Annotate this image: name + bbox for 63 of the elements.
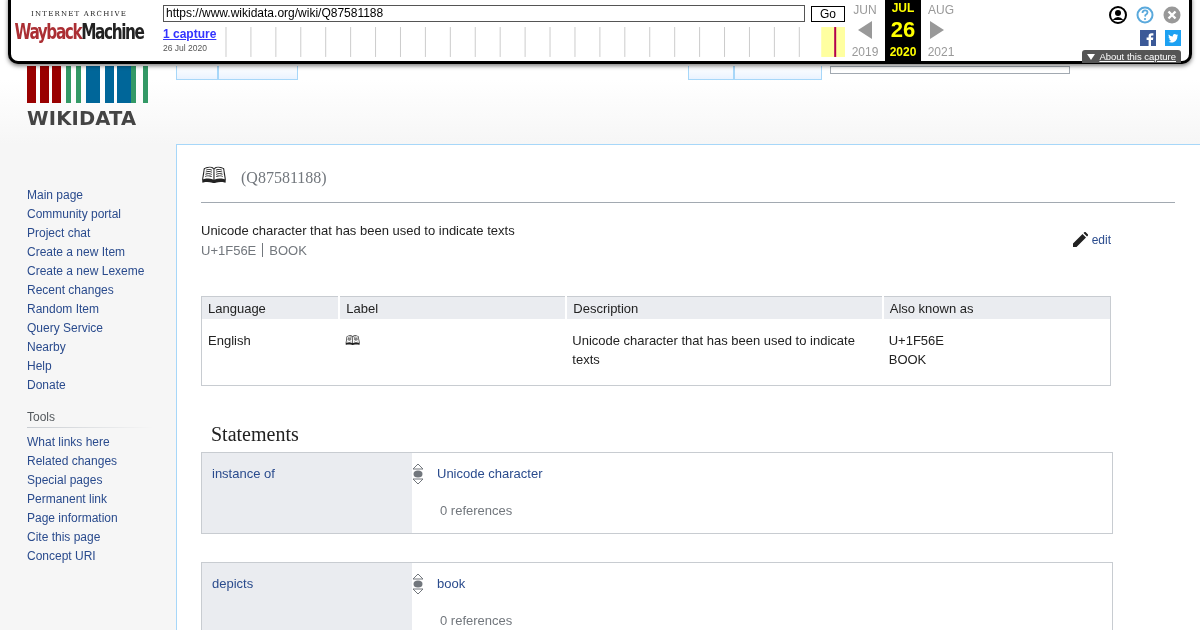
pencil-icon: [1072, 232, 1088, 247]
sidebar-link[interactable]: Related changes: [27, 452, 176, 471]
logo-wordmark[interactable]: WIKIDATA: [27, 107, 137, 130]
capture-date: 26 Jul 2020: [163, 43, 208, 53]
close-icon: [1163, 6, 1181, 24]
item-label: 🕮: [201, 162, 227, 190]
sidebar-link[interactable]: Create a new Lexeme: [27, 262, 176, 281]
about-capture-button[interactable]: About this capture: [1082, 50, 1181, 63]
table-cell: 🕮: [339, 319, 567, 386]
table-cell-text: BOOK: [888, 351, 928, 369]
sidebar-link[interactable]: Concept URI: [27, 547, 176, 566]
twitter-icon: [1165, 30, 1181, 46]
search-field[interactable]: [830, 66, 1070, 74]
sidebar-link[interactable]: Recent changes: [27, 281, 176, 300]
column-header: Label: [339, 296, 567, 319]
go-button[interactable]: Go: [811, 6, 845, 22]
sidebar-link[interactable]: Page information: [27, 509, 176, 528]
sidebar-link[interactable]: Cite this page: [27, 528, 176, 547]
value-link[interactable]: book: [437, 576, 466, 591]
captures-link[interactable]: 1 capture: [163, 27, 223, 41]
url-field[interactable]: https://www.wikidata.org/wiki/Q87581188: [163, 5, 805, 22]
caret-icon: [1087, 53, 1096, 60]
sidebar-link[interactable]: Community portal: [27, 205, 176, 224]
references-count: 0 references: [440, 503, 514, 518]
next-arrow-icon: [930, 21, 944, 39]
previous-arrow-icon: [858, 21, 872, 39]
table-cell-text: U+1F56E: [888, 332, 945, 350]
sidebar-link[interactable]: Donate: [27, 376, 176, 395]
wayback-logo[interactable]: WaybackMachine: [14, 18, 144, 44]
facebook-icon: [1140, 30, 1156, 46]
user-icon: [1109, 6, 1127, 24]
column-header: Description: [566, 296, 883, 319]
sidebar-link[interactable]: Create a new Item: [27, 243, 176, 262]
edit-link[interactable]: edit: [1072, 221, 1111, 258]
sidebar-link[interactable]: Nearby: [27, 338, 176, 357]
column-header: Also known as: [882, 296, 1111, 319]
property-link[interactable]: depicts: [202, 563, 412, 630]
help-icon: [1136, 6, 1154, 24]
sidebar-link[interactable]: Permanent link: [27, 490, 176, 509]
item-id: (Q87581188): [241, 169, 327, 187]
sidebar-heading: Tools: [27, 410, 152, 428]
sidebar-link[interactable]: Special pages: [27, 471, 176, 490]
rank-icon: [412, 463, 424, 485]
column-header: Language: [201, 296, 340, 319]
rank-icon: [412, 573, 424, 595]
divider-icon: [262, 243, 264, 257]
sidebar-link[interactable]: What links here: [27, 433, 176, 452]
item-alias: BOOK: [269, 243, 307, 258]
sidebar-link[interactable]: Random Item: [27, 300, 176, 319]
property-link[interactable]: instance of: [202, 453, 412, 533]
item-alias: U+1F56E: [201, 243, 257, 258]
table-cell: English: [201, 319, 340, 386]
sidebar-link[interactable]: Query Service: [27, 319, 176, 338]
sidebar-link[interactable]: Help: [27, 357, 176, 376]
table-cell: Unicode character that has been used to indicate texts: [566, 319, 883, 386]
sidebar-link[interactable]: Main page: [27, 186, 176, 205]
barcode-logo-icon: [27, 66, 148, 103]
value-link[interactable]: Unicode character: [437, 466, 543, 481]
item-description: Unicode character that has been used to indicate texts: [201, 222, 515, 240]
sidebar-link[interactable]: Project chat: [27, 224, 176, 243]
references-count: 0 references: [440, 613, 513, 628]
month-column[interactable]: JUL 26 2020: [885, 0, 921, 64]
section-heading: Statements: [211, 423, 300, 446]
